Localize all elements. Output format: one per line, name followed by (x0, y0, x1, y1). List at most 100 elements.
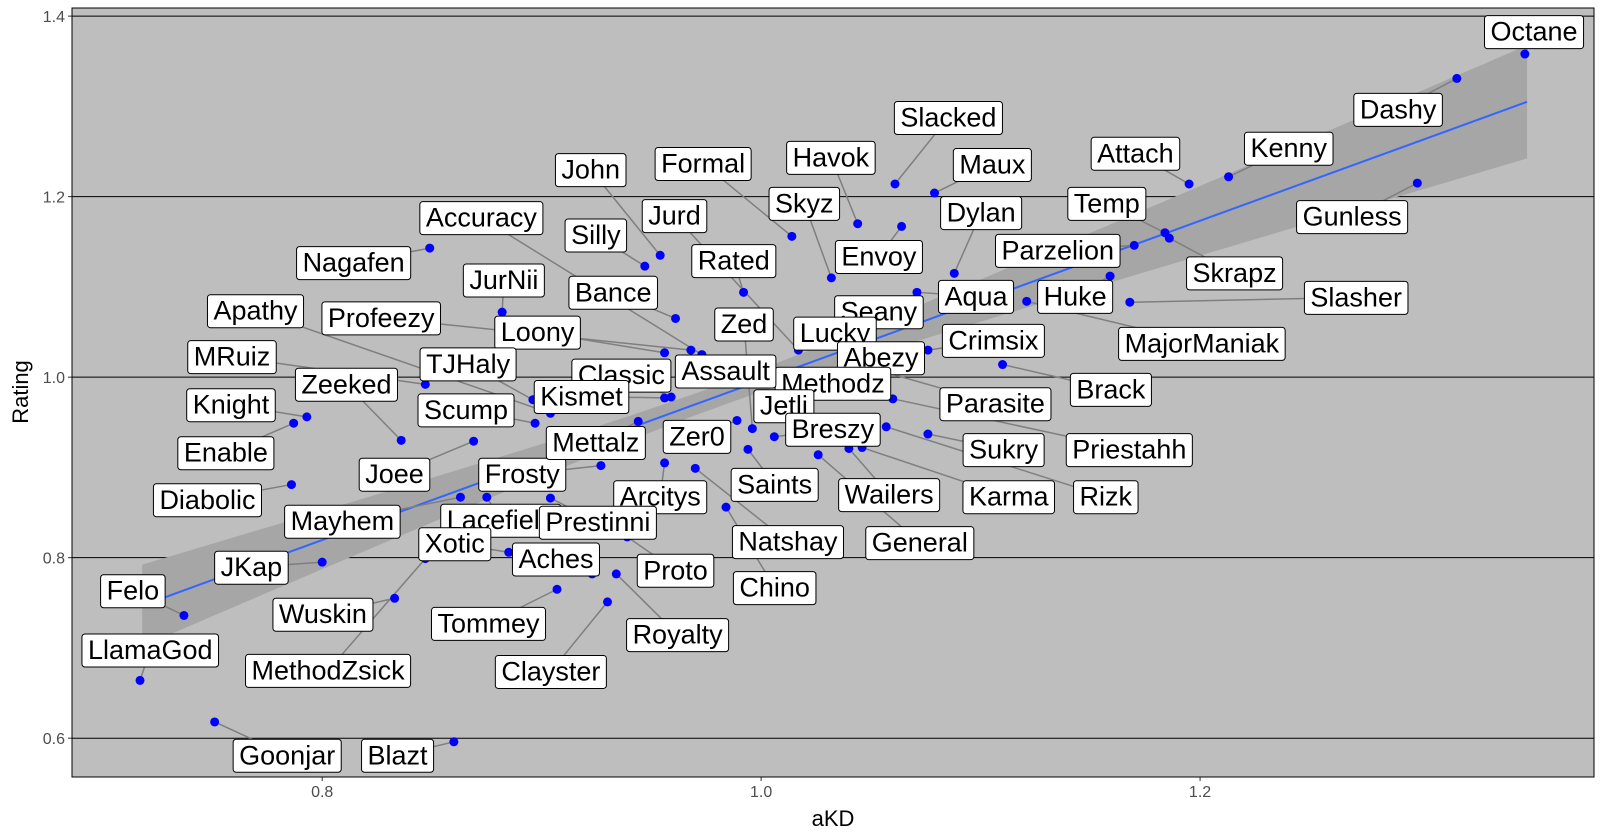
data-point (1184, 179, 1194, 189)
label-text: Temp (1074, 188, 1140, 218)
label-text: Aches (518, 544, 593, 574)
x-axis: 0.8 1.0 1.2 (311, 784, 1211, 801)
data-point (611, 569, 621, 579)
point-label: JurNii (462, 263, 545, 298)
data-point (1164, 233, 1174, 243)
x-tick-label: 0.8 (311, 784, 333, 801)
label-text: Natshay (738, 527, 838, 557)
point-label: Assault (674, 354, 777, 389)
data-point (897, 221, 907, 231)
label-text: Maux (959, 150, 1026, 180)
label-text: Diabolic (159, 485, 255, 515)
data-point (482, 492, 492, 502)
point-label: Aqua (937, 279, 1015, 314)
point-label: Parzelion (994, 233, 1121, 268)
x-tick-label: 1.2 (1189, 784, 1211, 801)
data-point (881, 422, 891, 432)
data-point (179, 610, 189, 620)
data-point (930, 188, 940, 198)
point-label: Royalty (626, 618, 730, 653)
point-label: Karma (962, 480, 1055, 515)
label-text: Zed (721, 309, 768, 339)
point-label: Priestahh (1065, 433, 1193, 468)
point-label: Breszy (785, 412, 881, 447)
data-point (633, 416, 643, 426)
data-point (1129, 240, 1139, 250)
label-text: Slasher (1310, 282, 1402, 312)
label-text: Parasite (946, 389, 1045, 419)
data-point (949, 268, 959, 278)
x-tick-label: 1.0 (750, 784, 772, 801)
label-text: Breszy (792, 414, 875, 444)
label-text: TJHaly (426, 349, 511, 379)
label-text: John (561, 155, 620, 185)
data-point (390, 593, 400, 603)
data-point (660, 458, 670, 468)
point-label: Prestinni (538, 505, 657, 540)
data-point (660, 393, 670, 403)
data-point (1520, 49, 1530, 59)
point-label: Slacked (893, 101, 1003, 136)
label-text: Formal (661, 149, 745, 179)
point-label: TJHaly (419, 347, 517, 382)
data-point (425, 243, 435, 253)
label-text: Kismet (540, 382, 623, 412)
point-label: Zed (714, 307, 774, 342)
label-text: LlamaGod (88, 635, 213, 665)
label-text: MRuiz (194, 342, 271, 372)
label-text: Proto (643, 555, 708, 585)
point-label: Diabolic (152, 483, 262, 518)
label-text: Skyz (775, 188, 834, 218)
label-text: Apathy (213, 296, 298, 326)
data-point (317, 557, 327, 567)
point-label: Knight (186, 388, 276, 423)
data-point (686, 345, 696, 355)
label-text: Felo (107, 576, 160, 606)
label-text: Zeeked (301, 369, 391, 399)
data-point (923, 429, 933, 439)
point-label: Proto (636, 553, 715, 588)
data-point (449, 737, 459, 747)
point-label: Rated (691, 244, 777, 279)
label-text: Tommey (438, 608, 541, 638)
point-label: Blazt (361, 738, 435, 773)
point-label: John (554, 153, 627, 188)
data-point (660, 348, 670, 358)
label-text: Jurd (648, 201, 701, 231)
point-label: LlamaGod (81, 633, 220, 668)
y-tick-label: 1.2 (43, 190, 65, 207)
point-label: Kismet (533, 380, 630, 415)
label-text: JurNii (469, 265, 538, 295)
y-tick-label: 0.6 (43, 731, 65, 748)
data-point (721, 502, 731, 512)
label-text: Scump (424, 395, 508, 425)
data-point (552, 584, 562, 594)
data-point (671, 313, 681, 323)
data-point (998, 360, 1008, 370)
label-text: Huke (1044, 281, 1107, 311)
point-label: Profeezy (321, 301, 441, 336)
data-point (690, 463, 700, 473)
data-point (640, 261, 650, 271)
point-label: Attach (1090, 136, 1181, 171)
point-label: MethodZsick (245, 653, 412, 688)
point-label: Aches (511, 542, 600, 577)
point-label: Dylan (940, 196, 1023, 231)
point-label: Rizk (1073, 480, 1139, 515)
label-text: Bance (575, 277, 652, 307)
data-point (469, 436, 479, 446)
label-text: JKap (221, 552, 283, 582)
data-point (1452, 73, 1462, 83)
data-point (743, 444, 753, 454)
data-point (813, 450, 823, 460)
data-point (135, 675, 145, 685)
data-point (596, 461, 606, 471)
data-point (769, 432, 779, 442)
point-label: Enable (177, 436, 275, 471)
y-tick-label: 1.0 (43, 370, 65, 387)
data-point (530, 418, 540, 428)
point-label: Zeeked (294, 367, 398, 402)
label-text: Prestinni (545, 507, 650, 537)
label-text: Knight (193, 390, 270, 420)
data-point (396, 435, 406, 445)
